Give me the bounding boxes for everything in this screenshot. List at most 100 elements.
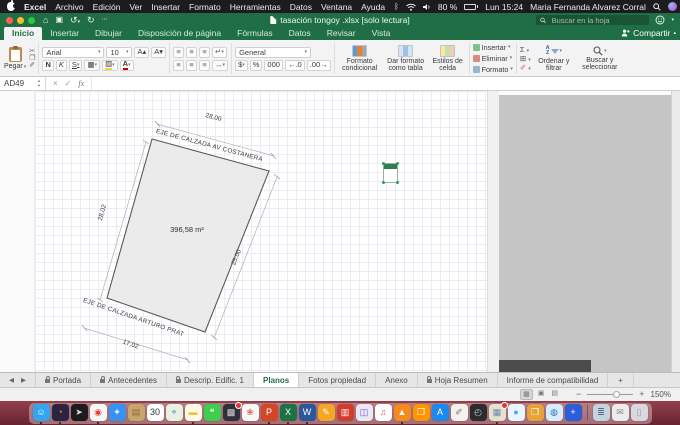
underline-button[interactable]: S▾ [69,60,83,71]
zoom-slider[interactable] [587,394,633,395]
zoom-level[interactable]: 150% [651,390,671,399]
format-as-table-button[interactable]: Dar formato como tabla [384,45,428,73]
customize-toolbar-icon[interactable]: ⋯ [102,17,108,23]
percent-format-button[interactable]: % [250,60,263,71]
merge-center-button[interactable]: ↔▾ [212,60,228,71]
collapse-ribbon-icon[interactable]: ▴ [673,30,676,36]
selection-handle[interactable] [396,181,399,184]
dock-icon-rocket-app[interactable]: ➤ [71,404,88,421]
selection-handle[interactable] [396,162,399,165]
dock-icon-books[interactable]: ❒ [413,404,430,421]
ribbon-tab-insertar[interactable]: Insertar [42,27,87,40]
format-painter-button[interactable]: ✐ [29,62,35,69]
battery-icon[interactable] [464,4,478,10]
feedback-smiley-icon[interactable] [655,15,665,25]
menu-formato[interactable]: Formato [189,2,221,12]
fill-color-button[interactable]: ▨▾ [102,60,118,71]
thousands-format-button[interactable]: 000 [264,60,283,71]
decrease-decimal-button[interactable]: .00→ [307,60,331,71]
sheet-tab-informe-de-compatibilidad[interactable]: Informe de compatibilidad [498,373,609,387]
dock-icon-panel-add-app[interactable]: + [565,404,582,421]
decrease-font-button[interactable]: A▾ [151,47,166,58]
menu-herramientas[interactable]: Herramientas [230,2,281,12]
sheet-tab-antecedentes[interactable]: Antecedentes [91,373,167,387]
add-sheet-button[interactable]: + [608,373,634,387]
page-break-view-button[interactable]: ▤ [549,389,560,400]
delete-cells-button[interactable]: Eliminar▾ [473,54,513,63]
ribbon-tab-inicio[interactable]: Inicio [4,27,42,40]
font-name-select[interactable]: Arial▾ [42,47,104,58]
dock-icon-red-bars-app[interactable]: ▥ [337,404,354,421]
ribbon-tab-datos[interactable]: Datos [281,27,319,40]
vertical-scrollbar-track[interactable] [671,91,680,372]
ribbon-tab-dibujar[interactable]: Dibujar [87,27,130,40]
format-cells-button[interactable]: Formato▾ [473,65,513,74]
apple-menu-icon[interactable] [7,2,15,11]
horizontal-scrollbar-thumb[interactable] [499,360,591,372]
name-box[interactable]: AD49 ▲▼ [0,77,46,90]
wifi-icon[interactable] [406,3,416,11]
align-top-button[interactable]: ≡ [173,47,184,58]
dock-icon-photos[interactable]: ❀ [242,404,259,421]
find-select-button[interactable]: ▾ Buscar y seleccionar [577,46,623,71]
align-right-button[interactable]: ≡ [199,60,210,71]
dock-icon-globe-app[interactable]: ◍ [546,404,563,421]
ribbon-tab-f-rmulas[interactable]: Fórmulas [229,27,280,40]
autosum-button[interactable]: Σ ▾ [520,46,531,54]
dock-icon-maps[interactable]: ⌖ [166,404,183,421]
dock-icon-documents-stack[interactable]: ≣ [593,404,610,421]
user-name[interactable]: Maria Fernanda Alvarez Corral [530,2,646,12]
siri-icon[interactable] [668,2,677,11]
dock-icon-preview[interactable]: ▦ [489,404,506,421]
number-format-select[interactable]: General▾ [235,47,311,58]
cell-styles-button[interactable]: Estilos de celda [430,45,466,73]
dock-icon-trash[interactable]: ▯ [631,404,648,421]
insert-cells-button[interactable]: Insertar▾ [473,43,513,52]
dock-icon-archive-app[interactable]: ❒ [527,404,544,421]
dock-icon-pages[interactable]: ✎ [318,404,335,421]
align-center-button[interactable]: ≡ [186,60,197,71]
prev-sheet-arrow[interactable]: ◀ [9,376,14,384]
bold-button[interactable]: N [42,60,53,71]
fill-button[interactable]: ⊞ ▾ [520,55,531,63]
dock-icon-calendar[interactable]: 30 [147,404,164,421]
dock-icon-notes[interactable]: ▬ [185,404,202,421]
font-color-button[interactable]: A▾ [120,60,134,71]
dock-icon-messages[interactable]: ❝ [204,404,221,421]
dock-icon-folder-app[interactable]: ▤ [128,404,145,421]
share-button[interactable]: Compartir ▴ [621,28,676,40]
ribbon-tab-vista[interactable]: Vista [364,27,399,40]
app-menu-excel[interactable]: Excel [24,2,46,12]
align-left-button[interactable]: ≡ [173,60,184,71]
menu-ventana[interactable]: Ventana [321,2,352,12]
dock-icon-stats-app[interactable]: ◫ [356,404,373,421]
sheet-tab-portada[interactable]: Portada [36,373,91,387]
minimize-window-button[interactable] [17,17,24,24]
dock-icon-mail-document[interactable]: ✉ [612,404,629,421]
menu-ver[interactable]: Ver [129,2,142,12]
borders-button[interactable]: ▦▾ [84,60,100,71]
ribbon-tab-disposici-n-de-p-gina[interactable]: Disposición de página [130,27,229,40]
copy-button[interactable]: ❐ [29,55,35,62]
clear-button[interactable]: ✐ ▾ [520,64,531,72]
dock-icon-chrome[interactable]: ◉ [90,404,107,421]
close-window-button[interactable] [6,17,13,24]
dock-icon-excel[interactable]: X [280,404,297,421]
menu-archivo[interactable]: Archivo [55,2,83,12]
menu-insertar[interactable]: Insertar [151,2,180,12]
currency-format-button[interactable]: $▾ [235,60,248,71]
conditional-formatting-button[interactable]: Formato condicional [338,45,382,73]
dock-icon-utility-app[interactable]: ◴ [470,404,487,421]
selection-handle[interactable] [382,162,385,165]
zoom-in-button[interactable]: + [639,390,644,399]
zoom-out-button[interactable]: − [576,390,581,399]
align-bottom-button[interactable]: ≡ [199,47,210,58]
dock-icon-powerpoint[interactable]: P [261,404,278,421]
sheet-tab-descrip-edific-1[interactable]: Descrip. Edific. 1 [167,373,254,387]
embedded-object[interactable] [383,163,398,183]
sort-filter-button[interactable]: AZ▾ Ordenar y filtrar [533,46,575,72]
ribbon-tab-revisar[interactable]: Revisar [319,27,364,40]
dock-icon-safari[interactable]: ✦ [109,404,126,421]
sheet-tab-anexo[interactable]: Anexo [376,373,418,387]
save-icon[interactable]: ▣ [55,16,63,24]
